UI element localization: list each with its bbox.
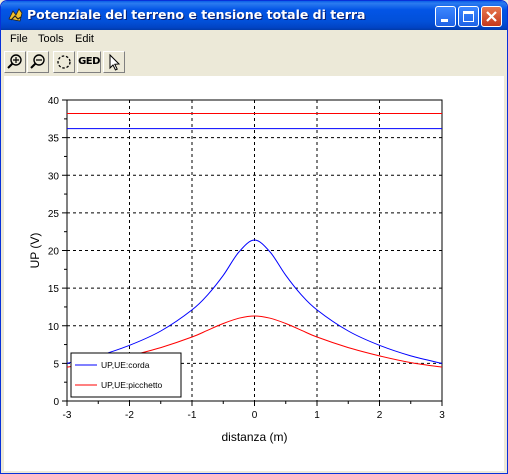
x-tick-label: 3: [439, 410, 445, 421]
line-chart: -3 -2 -1 0 1 2 30510152025303540distanza (m)UP…: [28, 96, 445, 444]
plot-canvas[interactable]: -3 -2 -1 0 1 2 3 0 5 10 15 20 25 30 35 40 distanza (m) UP…: [4, 76, 504, 471]
scilab-icon: [8, 8, 23, 22]
y-tick-label: 40: [48, 96, 60, 107]
y-axis-label: UP (V): [28, 233, 42, 269]
title-bar[interactable]: Potenziale del terreno e tensione totale…: [1, 1, 507, 30]
plot-window: Potenziale del terreno e tensione totale…: [0, 0, 508, 474]
y-tick-label: 10: [48, 322, 60, 333]
rotate-icon: [57, 55, 71, 69]
menu-edit[interactable]: Edit: [75, 33, 94, 45]
close-button[interactable]: [481, 6, 502, 27]
maximize-icon: [463, 11, 474, 22]
pointer-icon: [109, 53, 121, 71]
y-tick-label: 35: [48, 134, 60, 145]
zoom-out-button[interactable]: [27, 51, 49, 73]
x-tick-label: 0: [252, 410, 258, 421]
toolbar: GED: [1, 49, 507, 76]
legend-label: UP,UE:corda: [101, 360, 150, 370]
zoom-in-icon: [7, 54, 22, 69]
minimize-icon: [441, 19, 448, 22]
x-tick-label: -3: [63, 410, 72, 421]
x-axis-label: distanza (m): [221, 430, 287, 444]
close-icon: [486, 11, 497, 22]
ged-button[interactable]: GED: [77, 51, 101, 73]
y-tick-label: 5: [53, 359, 59, 370]
y-tick-label: 0: [53, 397, 59, 408]
x-tick-label: -1: [188, 410, 197, 421]
y-tick-label: 30: [48, 171, 60, 182]
x-tick-label: -2: [125, 410, 134, 421]
menu-tools[interactable]: Tools: [38, 33, 64, 45]
y-tick-label: 20: [48, 247, 60, 258]
rotate-button[interactable]: [53, 51, 75, 73]
maximize-button[interactable]: [458, 6, 479, 27]
window-title: Potenziale del terreno e tensione totale…: [27, 7, 366, 22]
zoom-in-button[interactable]: [4, 51, 26, 73]
menu-file[interactable]: File: [10, 33, 28, 45]
menu-bar: File Tools Edit: [1, 30, 507, 49]
x-tick-label: 2: [377, 410, 383, 421]
minimize-button[interactable]: [435, 6, 456, 27]
x-tick-label: 1: [314, 410, 320, 421]
ged-label: GED: [78, 56, 100, 67]
y-tick-label: 15: [48, 284, 60, 295]
legend-label: UP,UE:picchetto: [101, 380, 163, 390]
zoom-out-icon: [30, 54, 45, 69]
y-tick-label: 25: [48, 209, 60, 220]
pointer-button[interactable]: [103, 51, 125, 73]
